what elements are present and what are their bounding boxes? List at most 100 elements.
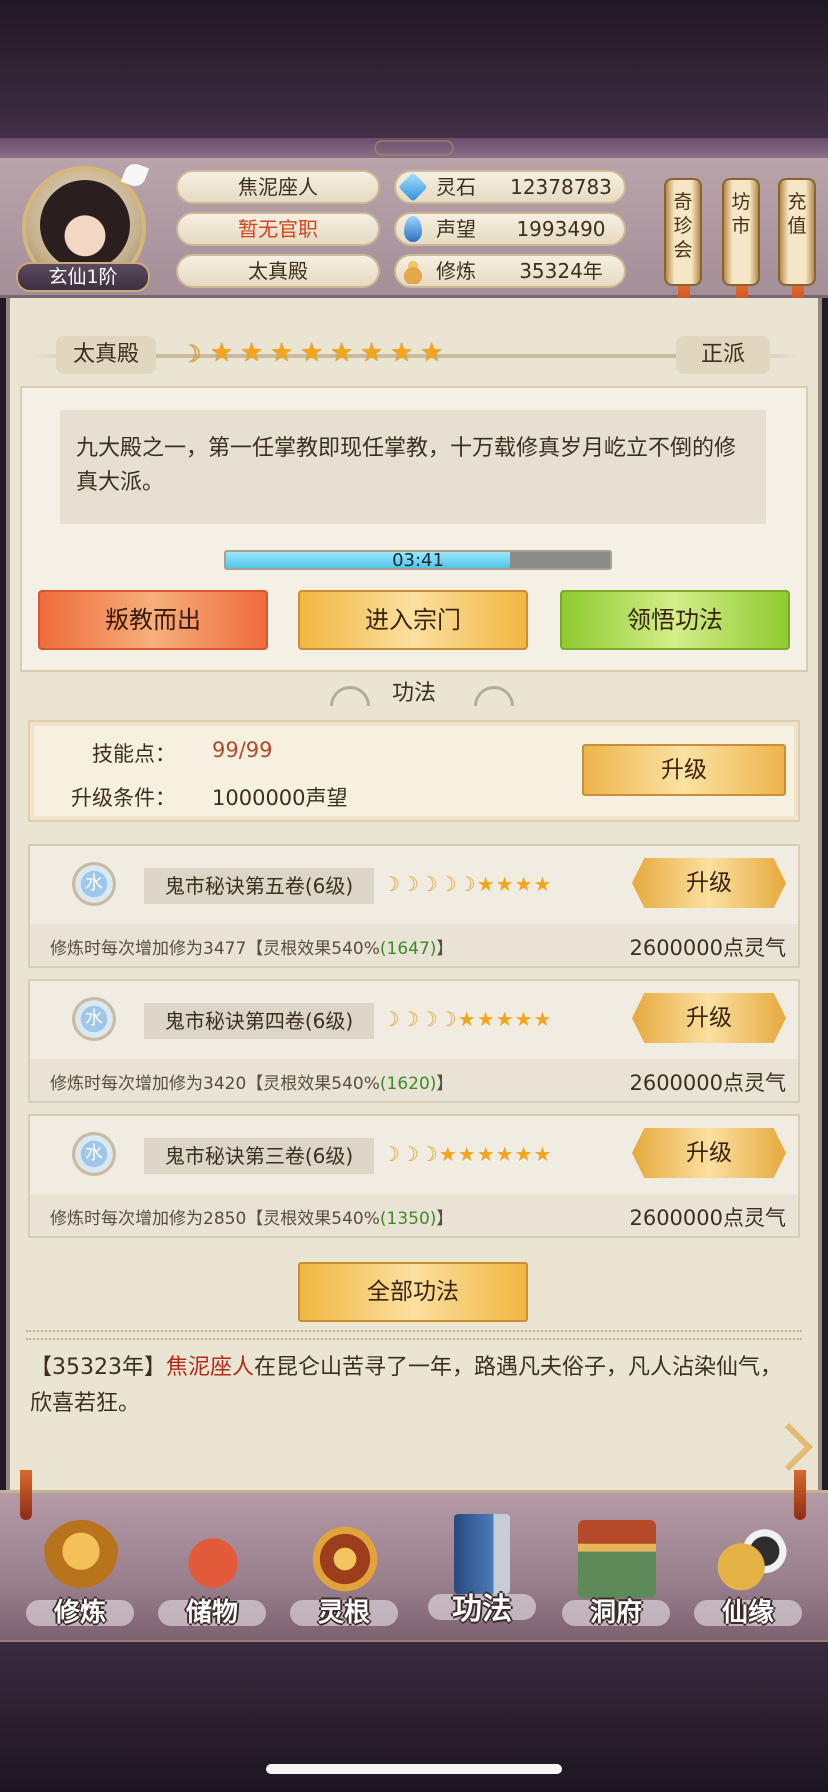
star-icon: ★ <box>457 1007 476 1031</box>
resource-prestige: 声望 1993490 <box>394 212 626 246</box>
skill-effect: 修炼时每次增加修为3420【灵根效果540%(1620)】 <box>50 1069 453 1094</box>
market-button[interactable]: 坊市 <box>722 178 760 320</box>
skill-points-label: 技能点： <box>92 742 176 766</box>
resource-spirit-stone: 灵石 12378783 <box>394 170 626 204</box>
scroll-label: 充值 <box>787 191 807 237</box>
skill-name: 鬼市秘诀第五卷(6级) <box>144 868 374 904</box>
star-icon: ★ <box>476 1007 495 1031</box>
resource-label: 灵石 <box>436 175 476 199</box>
moon-icon: ☽ <box>400 1007 419 1031</box>
log-year: 【35323年】 <box>30 1355 166 1380</box>
star-icon: ★ <box>495 1142 514 1166</box>
effect-bonus: (1647) <box>379 939 437 959</box>
all-techniques-button[interactable]: 全部功法 <box>298 1262 528 1322</box>
resource-label: 声望 <box>436 217 476 241</box>
official-post[interactable]: 暂无官职 <box>176 212 380 246</box>
section-title: 功法 <box>391 681 436 706</box>
star-icon: ★ <box>360 338 384 368</box>
avatar-portrait <box>40 180 130 270</box>
immortal-fate-icon <box>710 1520 788 1598</box>
moon-icon: ☽ <box>382 872 400 896</box>
technique-book-icon <box>454 1514 510 1594</box>
star-icon: ★ <box>476 1142 495 1166</box>
effect-text: 修炼时每次增加修为3420【灵根效果540% <box>50 1074 380 1094</box>
moon-icon: ☽ <box>438 872 457 896</box>
moon-icon: ☽ <box>180 340 202 368</box>
log-actor: 焦泥座人 <box>166 1355 255 1380</box>
top-backdrop <box>0 0 828 160</box>
nav-label: 洞府 <box>589 1598 642 1628</box>
nav-label: 储物 <box>185 1598 238 1628</box>
nav-label: 修炼 <box>53 1598 106 1628</box>
storage-bag-icon <box>174 1520 252 1598</box>
star-icon: ★ <box>533 1142 552 1166</box>
moon-icon: ☽ <box>400 872 419 896</box>
spirit-stone-icon <box>398 172 428 202</box>
star-icon: ★ <box>457 1142 476 1166</box>
nav-technique[interactable]: 功法 <box>422 1494 542 1634</box>
timer-text: 03:41 <box>392 550 444 570</box>
divider <box>26 1330 802 1340</box>
effect-text: 】 <box>436 1209 454 1229</box>
skill-upgrade-button[interactable]: 升级 <box>632 993 786 1043</box>
sect-name: 太真殿 <box>56 336 156 374</box>
skill-cost: 2600000点灵气 <box>629 936 786 960</box>
effect-text: 】 <box>436 939 454 959</box>
skill-upgrade-button[interactable]: 升级 <box>632 858 786 908</box>
moon-icon: ☽ <box>382 1007 400 1031</box>
player-sect: 太真殿 <box>176 254 380 288</box>
scroll-label: 奇珍会 <box>673 191 693 261</box>
upgrade-skill-points-button[interactable]: 升级 <box>582 744 786 796</box>
moon-icon: ☽ <box>419 872 438 896</box>
resource-label: 修炼 <box>436 259 476 283</box>
nav-spirit-root[interactable]: 灵根 <box>284 1500 404 1640</box>
recharge-button[interactable]: 充值 <box>778 178 816 320</box>
resource-value: 12378783 <box>510 175 612 199</box>
resource-cultivation: 修炼 35324年 <box>394 254 626 288</box>
skill-upgrade-button[interactable]: 升级 <box>632 1128 786 1178</box>
nav-storage[interactable]: 储物 <box>152 1500 272 1640</box>
comprehend-technique-button[interactable]: 领悟功法 <box>560 590 790 650</box>
skill-rating: ☽ ☽ ☽ ☽ ☽ ★ ★ ★ ★ <box>382 872 551 896</box>
nav-cultivate[interactable]: 修炼 <box>20 1500 140 1640</box>
nav-cave[interactable]: 洞府 <box>556 1500 676 1640</box>
water-element-icon: 水 <box>72 862 116 906</box>
skill-card: 水 鬼市秘诀第四卷(6级) ☽ ☽ ☽ ☽ ★ ★ ★ ★ ★ 升级 修炼时每次增加修为3420… <box>28 979 800 1103</box>
treasure-fair-button[interactable]: 奇珍会 <box>664 178 702 320</box>
betray-sect-button[interactable]: 叛教而出 <box>38 590 268 650</box>
skill-effect: 修炼时每次增加修为2850【灵根效果540%(1350)】 <box>50 1204 453 1229</box>
sect-faction: 正派 <box>676 336 770 374</box>
spirit-root-icon <box>306 1520 384 1598</box>
star-icon: ★ <box>476 872 495 896</box>
resource-value: 35324年 <box>519 259 603 283</box>
skill-cost: 2600000点灵气 <box>629 1071 786 1095</box>
skill-card: 水 鬼市秘诀第五卷(6级) ☽ ☽ ☽ ☽ ☽ ★ ★ ★ ★ 升级 修炼时每次增加修为3477… <box>28 844 800 968</box>
moon-icon: ☽ <box>382 1142 400 1166</box>
moon-icon: ☽ <box>457 872 476 896</box>
water-element-icon: 水 <box>72 997 116 1041</box>
prestige-icon <box>404 216 422 242</box>
effect-bonus: (1620) <box>379 1074 437 1094</box>
moon-icon: ☽ <box>438 1007 457 1031</box>
skill-points-value: 99/99 <box>212 738 273 762</box>
cave-dwelling-icon <box>578 1520 656 1598</box>
nav-label: 灵根 <box>317 1598 370 1628</box>
star-icon: ★ <box>438 1142 457 1166</box>
moon-icon: ☽ <box>419 1142 438 1166</box>
star-icon: ★ <box>330 338 354 368</box>
nav-immortal-fate[interactable]: 仙缘 <box>688 1500 808 1640</box>
enter-sect-button[interactable]: 进入宗门 <box>298 590 528 650</box>
upgrade-condition-label: 升级条件： <box>71 786 176 810</box>
effect-bonus: (1350) <box>379 1209 437 1229</box>
home-indicator[interactable] <box>266 1764 562 1774</box>
cultivation-icon <box>400 258 426 284</box>
moon-icon: ☽ <box>419 1007 438 1031</box>
skill-name: 鬼市秘诀第三卷(6级) <box>144 1138 374 1174</box>
star-icon: ★ <box>300 338 324 368</box>
sect-rating: ☽ ★ ★ ★ ★ ★ ★ ★ ★ <box>180 340 446 370</box>
upgrade-condition-value: 1000000声望 <box>212 786 348 810</box>
sect-description: 九大殿之一，第一任掌教即现任掌教，十万载修真岁月屹立不倒的修真大派。 <box>60 410 766 524</box>
scroll-label: 坊市 <box>731 191 751 237</box>
star-icon: ★ <box>514 1007 533 1031</box>
star-icon: ★ <box>495 1007 514 1031</box>
